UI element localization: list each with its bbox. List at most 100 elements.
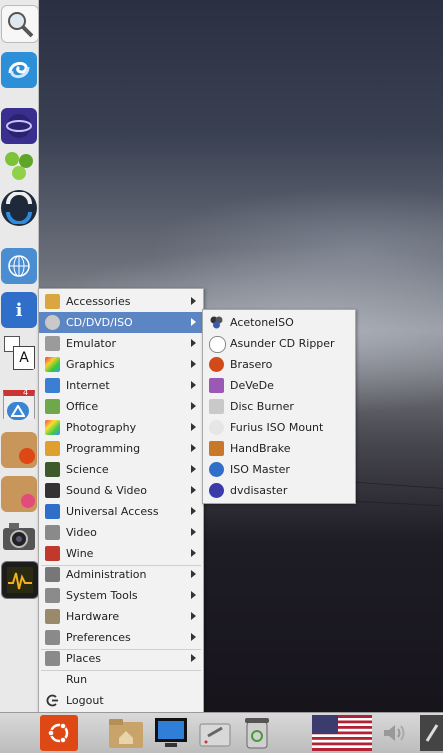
brasero-icon [209,357,224,372]
united-nations-icon[interactable] [1,248,37,284]
sync-app-icon[interactable] [1,190,37,226]
preferences-icon [45,630,60,645]
pen-icon[interactable] [420,715,443,751]
menu-item-administration[interactable]: Administration [39,564,203,585]
menu-item-label: Universal Access [66,505,159,518]
show-desktop-icon[interactable] [152,715,190,751]
submenu-item-handbrake[interactable]: HandBrake [203,438,355,459]
menu-item-graphics[interactable]: Graphics [39,354,203,375]
menu-item-label: Wine [66,547,94,560]
trash-icon[interactable] [238,715,276,751]
submenu-arrow-icon [191,591,196,599]
menu-item-run[interactable]: Run [39,669,203,690]
universal-access-icon [45,504,60,519]
submenu-arrow-icon [191,381,196,389]
font-glyph: A [19,350,29,366]
science-icon [45,462,60,477]
ubuntu-menu-button[interactable] [40,715,78,751]
menu-item-label: Run [66,673,88,686]
menu-item-label: Furius ISO Mount [230,421,324,434]
submenu-item-brasero[interactable]: Brasero [203,354,355,375]
programming-icon [45,441,60,456]
calendar-icon[interactable]: 4 [1,384,37,420]
camera-icon[interactable] [1,518,37,554]
menu-item-label: Brasero [230,358,273,371]
internet-icon [45,378,60,393]
info-icon[interactable]: i [1,292,37,328]
dvdisaster-icon [209,483,224,498]
menu-item-emulator[interactable]: Emulator [39,333,203,354]
hardware-icon [45,609,60,624]
menu-item-wine[interactable]: Wine [39,543,203,564]
menu-item-label: Hardware [66,610,120,623]
font-viewer-icon[interactable]: A [1,334,37,370]
submenu-item-devede[interactable]: DeVeDe [203,375,355,396]
menu-item-label: dvdisaster [230,484,288,497]
photography-icon [45,420,60,435]
graphics-icon [45,357,60,372]
submenu-arrow-icon [191,402,196,410]
menu-item-label: ISO Master [230,463,290,476]
menu-item-logout[interactable]: Logout [39,690,203,711]
menu-item-hardware[interactable]: Hardware [39,606,203,627]
menu-item-places[interactable]: Places [39,648,203,669]
magnifier-app-icon[interactable] [1,5,39,43]
menu-item-label: Asunder CD Ripper [230,337,335,350]
menu-item-universal-access[interactable]: Universal Access [39,501,203,522]
submenu-arrow-icon [191,507,196,515]
handbrake-icon [209,441,224,456]
calendar-badge: 4 [23,388,29,397]
menu-item-label: AcetoneISO [230,316,294,329]
menu-item-preferences[interactable]: Preferences [39,627,203,648]
submenu-item-acetoneiso[interactable]: AcetoneISO [203,312,355,333]
submenu-arrow-icon [191,339,196,347]
eclipse-app-icon[interactable] [1,108,37,144]
disc-icon [45,315,60,330]
cd-dvd-iso-submenu: AcetoneISO Asunder CD Ripper Brasero DeV… [202,309,356,504]
system-monitor-icon[interactable] [1,561,39,599]
asunder-icon [209,336,226,353]
submenu-arrow-icon [191,318,196,326]
menu-item-label: HandBrake [230,442,291,455]
menu-item-label: Video [66,526,97,539]
menu-item-label: Places [66,652,101,665]
ubuntu-package-icon[interactable] [1,432,37,468]
us-flag-keyboard-icon[interactable] [312,715,372,751]
iso-master-icon [209,462,224,477]
submenu-arrow-icon [191,360,196,368]
places-icon [45,651,60,666]
menu-item-sound-video[interactable]: Sound & Video [39,480,203,501]
menu-item-photography[interactable]: Photography [39,417,203,438]
menu-item-video[interactable]: Video [39,522,203,543]
menu-item-label: Science [66,463,109,476]
menu-item-label: Logout [66,694,104,707]
menu-item-cd-dvd-iso[interactable]: CD/DVD/ISO [39,312,203,333]
submenu-arrow-icon [191,465,196,473]
menu-item-office[interactable]: Office [39,396,203,417]
submenu-arrow-icon [191,297,196,305]
menu-item-label: System Tools [66,589,138,602]
system-tools-icon [45,588,60,603]
acetoneiso-icon [209,315,224,330]
swirl-app-icon[interactable] [1,52,37,88]
menu-item-label: Sound & Video [66,484,148,497]
submenu-item-asunder-cd-ripper[interactable]: Asunder CD Ripper [203,333,355,354]
hexagon-molecule-icon[interactable] [1,148,37,184]
furius-icon [209,420,224,435]
media-package-icon[interactable] [1,476,37,512]
menu-item-internet[interactable]: Internet [39,375,203,396]
submenu-item-disc-burner[interactable]: Disc Burner [203,396,355,417]
bottom-panel [0,712,443,753]
settings-tools-icon[interactable] [196,715,234,751]
administration-icon [45,567,60,582]
wine-icon [45,546,60,561]
submenu-item-dvdisaster[interactable]: dvdisaster [203,480,355,501]
menu-item-system-tools[interactable]: System Tools [39,585,203,606]
menu-item-programming[interactable]: Programming [39,438,203,459]
volume-icon[interactable] [378,715,412,751]
home-folder-icon[interactable] [106,715,146,751]
submenu-item-furius-iso-mount[interactable]: Furius ISO Mount [203,417,355,438]
menu-item-science[interactable]: Science [39,459,203,480]
menu-item-accessories[interactable]: Accessories [39,291,203,312]
submenu-item-iso-master[interactable]: ISO Master [203,459,355,480]
